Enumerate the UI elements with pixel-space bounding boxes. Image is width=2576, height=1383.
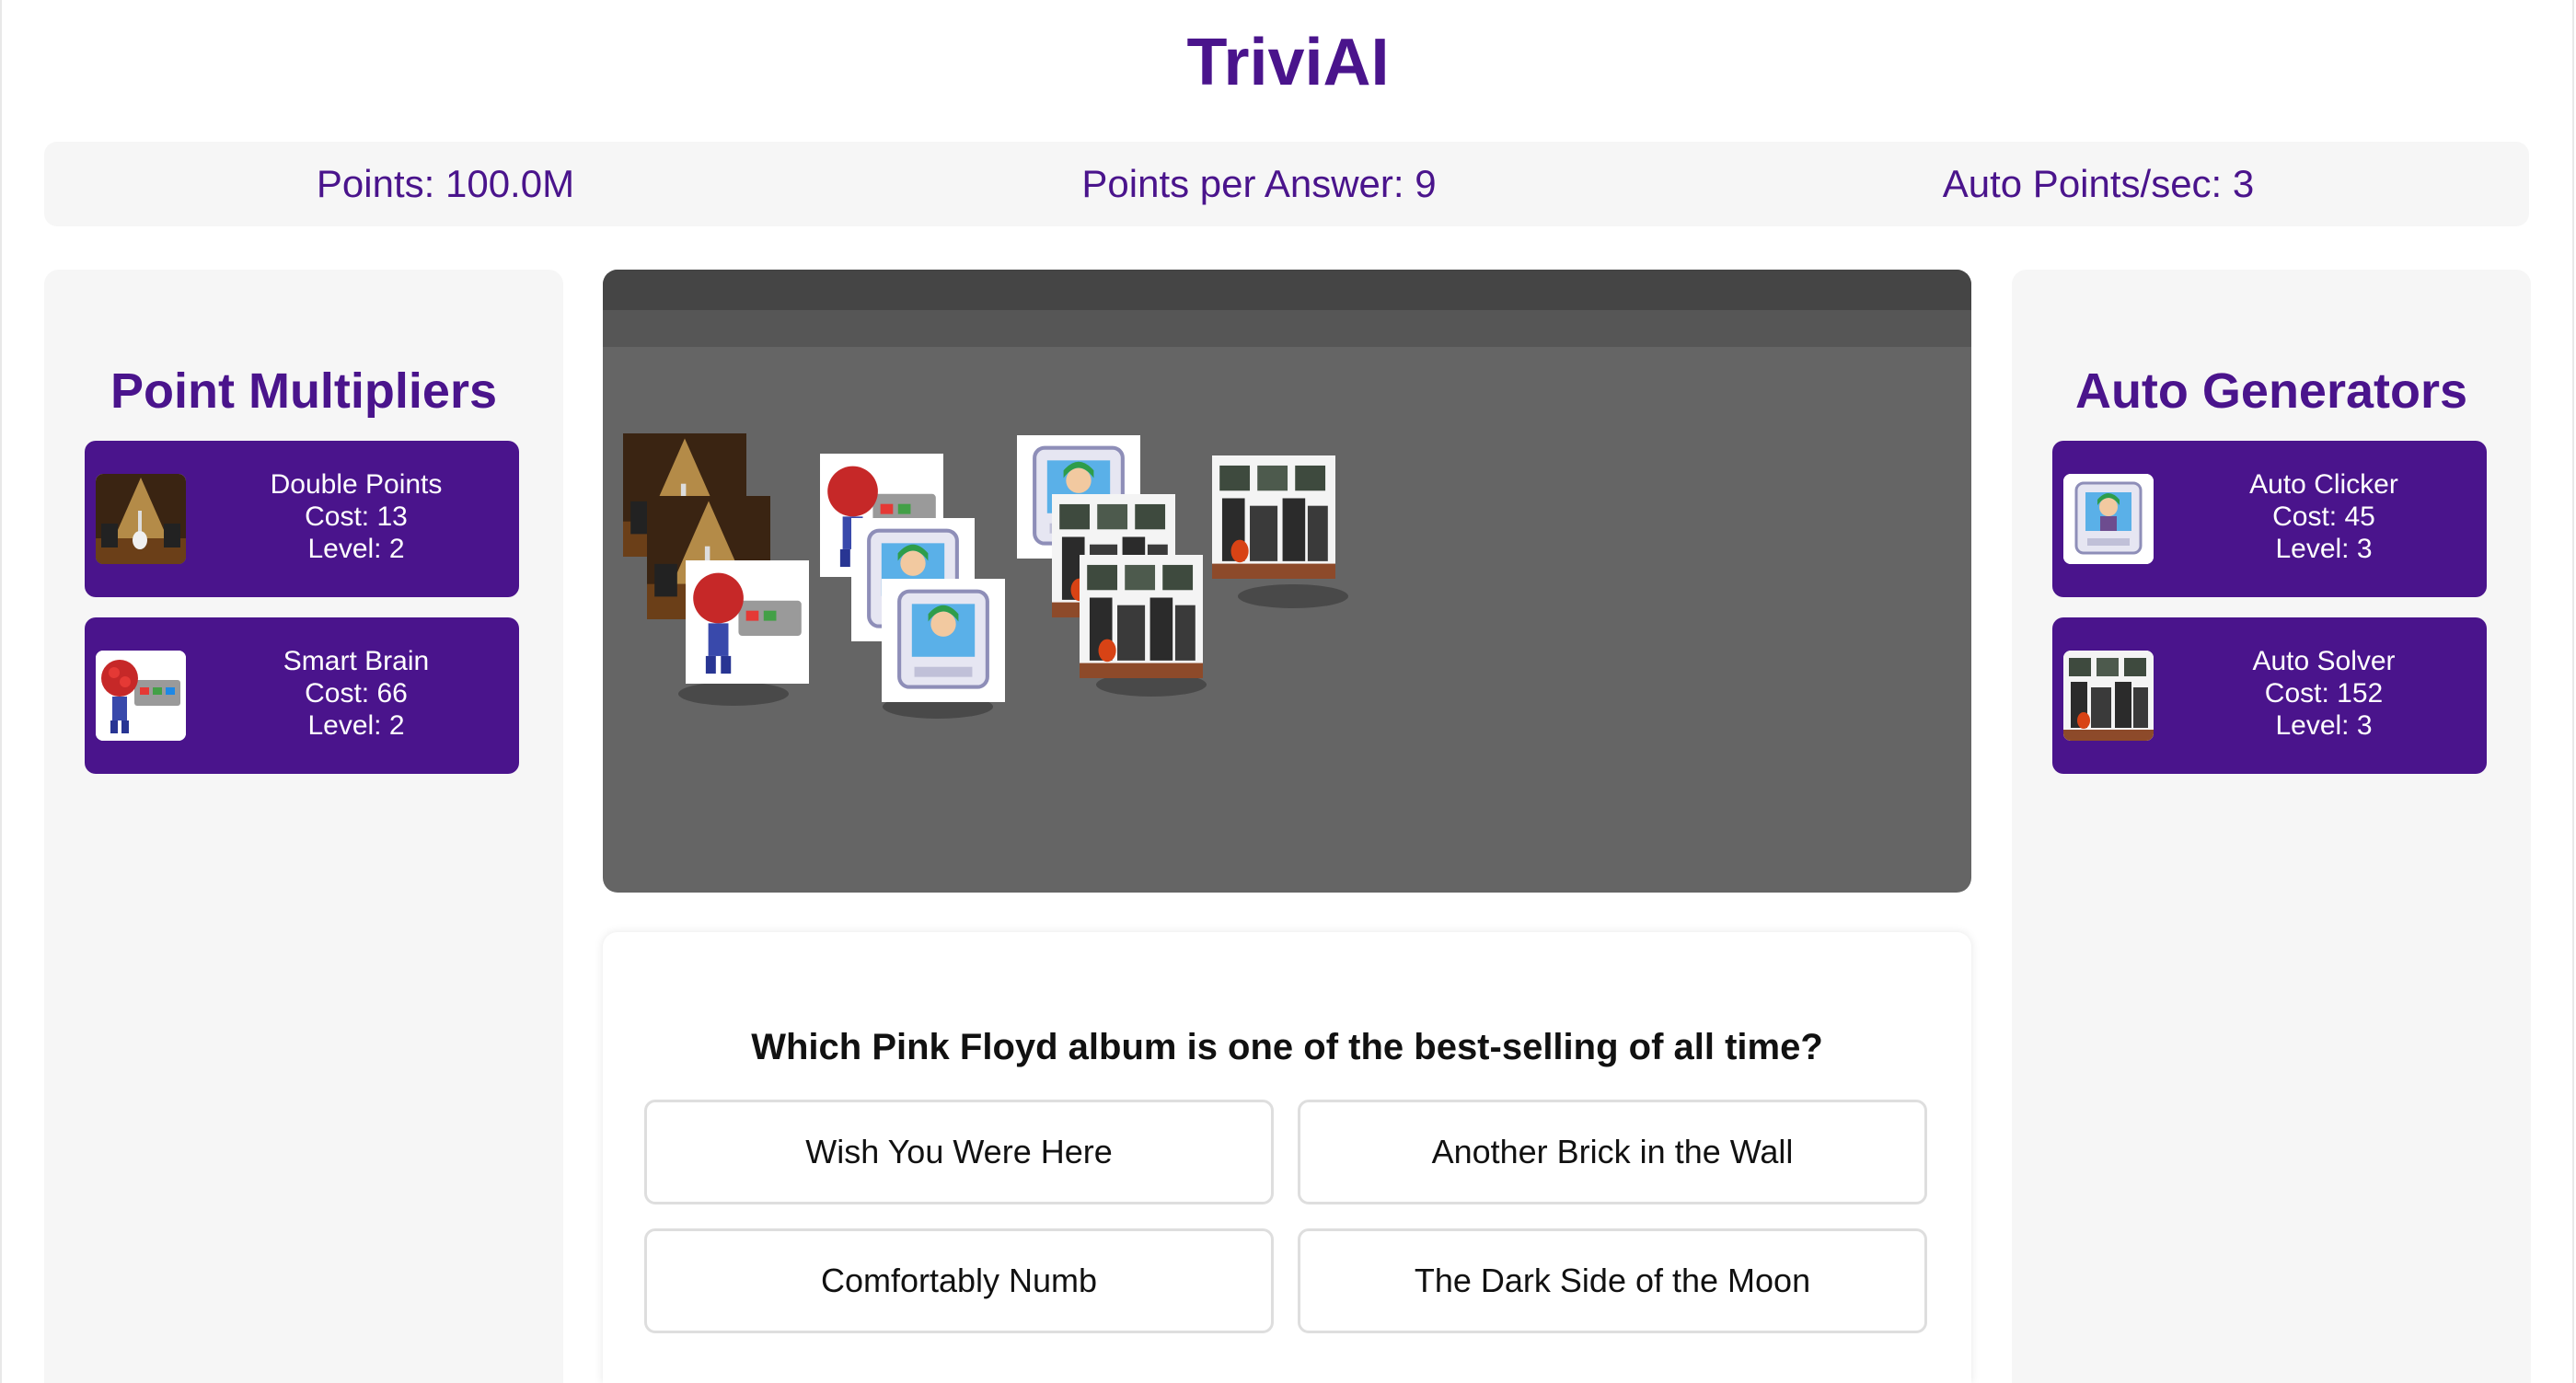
brain-robot-icon: [686, 560, 809, 684]
music-studio-icon: [1212, 455, 1335, 579]
smart-brain-upgrade[interactable]: Smart Brain Cost: 66 Level: 2: [85, 617, 519, 774]
answer-button-2[interactable]: Another Brick in the Wall: [1298, 1100, 1927, 1204]
music-studio-icon: [2063, 651, 2154, 741]
upgrade-cost: Cost: 45: [2272, 501, 2375, 532]
brain-robot-icon: [96, 651, 186, 741]
computer-monitor-icon: [2063, 474, 2154, 564]
upgrade-name: Auto Solver: [2252, 646, 2396, 676]
upgrade-cost: Cost: 13: [305, 501, 408, 532]
upgrade-level: Level: 2: [307, 534, 405, 564]
stage-second-band: [603, 310, 1971, 347]
answer-button-3[interactable]: Comfortably Numb: [644, 1228, 1274, 1333]
point-multipliers-title: Point Multipliers: [110, 363, 497, 419]
stats-bar: Points: 100.0M Points per Answer: 9 Auto…: [44, 142, 2529, 226]
upgrade-level: Level: 3: [2275, 534, 2373, 564]
stage-top-band: [603, 270, 1971, 310]
auto-solver-upgrade[interactable]: Auto Solver Cost: 152 Level: 3: [2052, 617, 2487, 774]
auto-generators-title: Auto Generators: [2074, 363, 2468, 419]
auto-clicker-upgrade[interactable]: Auto Clicker Cost: 45 Level: 3: [2052, 441, 2487, 597]
double-points-upgrade[interactable]: Double Points Cost: 13 Level: 2: [85, 441, 519, 597]
points-stat: Points: 100.0M: [316, 162, 575, 205]
auto-generators-panel: Auto Generators Auto Clicker Cost: 45 Le…: [2012, 270, 2531, 1383]
quiz-card: Which Pink Floyd album is one of the bes…: [603, 932, 1971, 1383]
answer-button-4[interactable]: The Dark Side of the Moon: [1298, 1228, 1927, 1333]
auto-points-stat: Auto Points/sec: 3: [1942, 162, 2255, 205]
game-stage: [603, 270, 1971, 893]
points-per-answer-stat: Points per Answer: 9: [1081, 162, 1437, 205]
music-studio-icon: [1080, 555, 1203, 678]
sprite-shadow: [1238, 584, 1348, 608]
upgrade-name: Smart Brain: [283, 646, 430, 676]
sprite-shadow: [678, 682, 789, 706]
upgrade-cost: Cost: 152: [2264, 678, 2384, 709]
point-multipliers-panel: Point Multipliers Double Points Cost: 13…: [44, 270, 563, 1383]
question-text: Which Pink Floyd album is one of the bes…: [751, 1027, 1823, 1067]
upgrade-name: Double Points: [270, 469, 443, 500]
computer-monitor-icon: [882, 579, 1005, 702]
upgrade-name: Auto Clicker: [2249, 469, 2398, 500]
answer-button-1[interactable]: Wish You Were Here: [644, 1100, 1274, 1204]
upgrade-cost: Cost: 66: [305, 678, 408, 709]
upgrade-level: Level: 3: [2275, 710, 2373, 741]
stage-guitar-icon: [96, 474, 186, 564]
app-title: TriviAI: [1186, 26, 1390, 99]
upgrade-level: Level: 2: [307, 710, 405, 741]
